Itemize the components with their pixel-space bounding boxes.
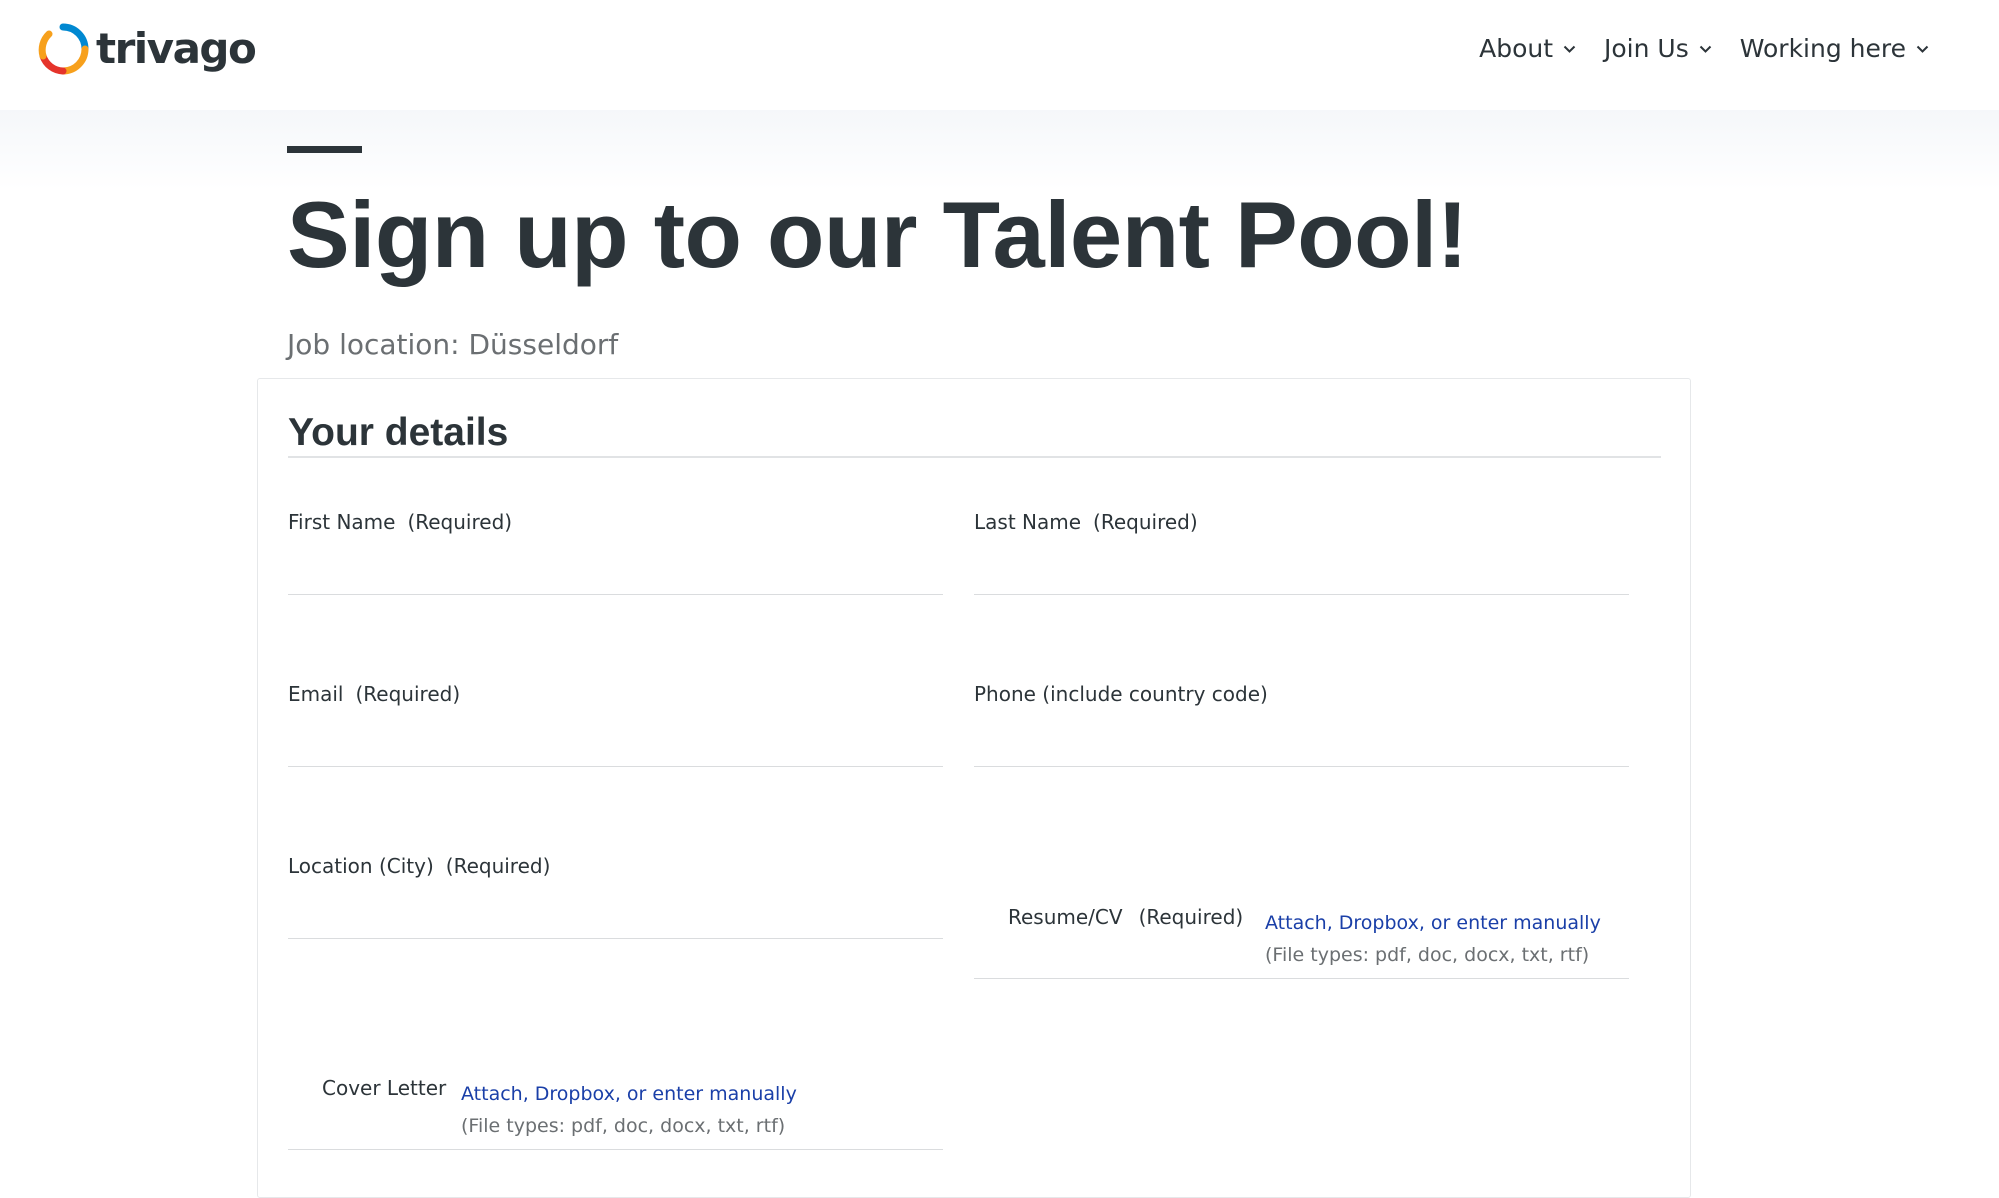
logo-wordmark: trivago (96, 24, 257, 73)
resume-field: Resume/CV (Required) Attach, Dropbox, or … (974, 905, 1629, 980)
phone-label: Phone (include country code) (974, 682, 1268, 706)
first-name-input[interactable] (288, 554, 943, 595)
email-input[interactable] (288, 726, 943, 767)
main-nav: About Join Us Working here (1451, 30, 1929, 68)
location-city-label: Location (City) (Required) (288, 854, 551, 878)
last-name-input[interactable] (974, 554, 1629, 595)
nav-join-us-label: Join Us (1604, 34, 1689, 63)
phone-field: Phone (include country code) (974, 682, 1629, 767)
site-header: trivago About Join Us Working here (0, 0, 1999, 110)
resume-file-types: (File types: pdf, doc, docx, txt, rtf) (1265, 944, 1590, 966)
resume-attach-link[interactable]: Attach, (1265, 912, 1333, 934)
cover-letter-divider (288, 1149, 943, 1150)
cover-letter-enter-manually-link[interactable]: enter manually (652, 1083, 796, 1105)
chevron-down-icon (1563, 45, 1576, 54)
nav-working-here-label: Working here (1739, 34, 1906, 63)
location-city-input[interactable] (288, 898, 943, 939)
application-form-card (257, 378, 1691, 1198)
email-field: Email (Required) (288, 682, 943, 767)
cover-letter-field: Cover Letter Attach, Dropbox, or enter m… (288, 1076, 943, 1151)
cover-letter-dropbox-link[interactable]: Dropbox, (535, 1083, 621, 1105)
first-name-field: First Name (Required) (288, 510, 943, 595)
first-name-label: First Name (Required) (288, 510, 513, 534)
cover-letter-file-types: (File types: pdf, doc, docx, txt, rtf) (461, 1115, 786, 1137)
phone-input[interactable] (974, 726, 1629, 767)
resume-or-text: or (1430, 912, 1451, 934)
section-title: Your details (288, 411, 509, 454)
cover-letter-attach-link[interactable]: Attach, (461, 1083, 529, 1105)
cover-letter-attach-links: Attach, Dropbox, or enter manually (461, 1082, 797, 1106)
chevron-down-icon (1699, 45, 1712, 54)
cover-letter-or-text: or (626, 1083, 647, 1105)
resume-divider (974, 978, 1629, 979)
chevron-down-icon (1916, 45, 1929, 54)
cover-letter-label: Cover Letter (322, 1076, 447, 1100)
nav-about-label: About (1479, 34, 1554, 63)
section-divider (288, 456, 1661, 458)
page-title: Sign up to our Talent Pool! (287, 182, 1468, 287)
last-name-field: Last Name (Required) (974, 510, 1629, 595)
job-location: Job location: Düsseldorf (287, 328, 619, 361)
email-label: Email (Required) (288, 682, 461, 706)
last-name-label: Last Name (Required) (974, 510, 1198, 534)
resume-enter-manually-link[interactable]: enter manually (1456, 912, 1600, 934)
title-accent-bar (287, 146, 362, 153)
resume-attach-links: Attach, Dropbox, or enter manually (1265, 911, 1601, 935)
nav-join-us[interactable]: Join Us (1604, 30, 1712, 68)
trivago-ring-icon (38, 23, 89, 75)
location-city-field: Location (City) (Required) (288, 854, 943, 939)
resume-label: Resume/CV (Required) (1008, 905, 1244, 929)
resume-dropbox-link[interactable]: Dropbox, (1339, 912, 1425, 934)
trivago-logo[interactable]: trivago (36, 22, 257, 76)
nav-about[interactable]: About (1479, 30, 1576, 68)
nav-working-here[interactable]: Working here (1740, 30, 1929, 68)
